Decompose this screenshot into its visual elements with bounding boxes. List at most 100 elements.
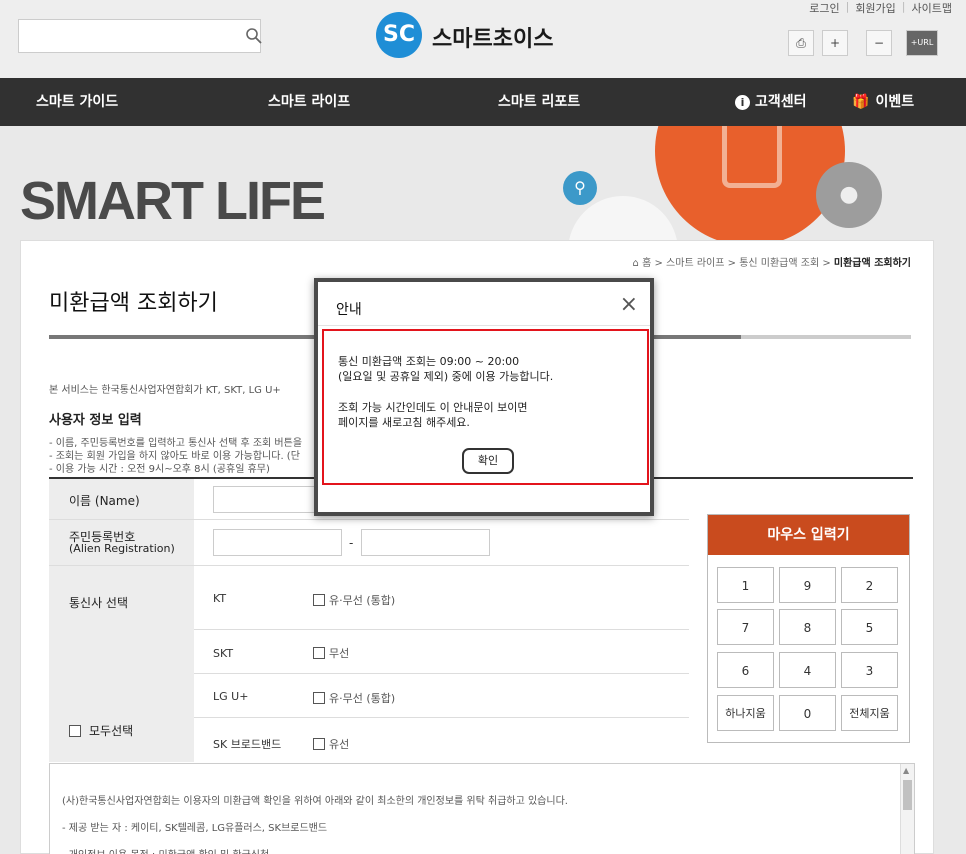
option-label: 유·무선 (통합) <box>329 594 396 607</box>
note-line: - 이용 가능 시간 : 오전 9시~오후 8시 (공휴일 휴무) <box>49 464 270 475</box>
carrier-name: SK 브로드밴드 <box>213 738 282 751</box>
rrn-front-field[interactable] <box>213 529 342 556</box>
name-label-cell: 이름 (Name) <box>49 479 194 519</box>
carrier-name: SKT <box>213 647 234 660</box>
url-copy-icon[interactable]: +URL <box>906 30 938 56</box>
select-all-checkbox[interactable]: 모두선택 <box>69 722 133 739</box>
nav-smart-guide[interactable]: 스마트 가이드 <box>36 78 118 126</box>
divider <box>194 629 689 630</box>
print-icon[interactable]: ⎙ <box>788 30 814 56</box>
phone-icon <box>722 126 782 188</box>
keypad-key[interactable]: 8 <box>779 609 836 645</box>
info-icon: i <box>735 95 750 110</box>
rrn-dash: - <box>349 536 354 550</box>
modal-message-box: 통신 미환급액 조회는 09:00 ~ 20:00 (일요일 및 공휴일 제외)… <box>322 329 649 485</box>
clear-all-button[interactable]: 전체지움 <box>841 695 898 731</box>
carrier-name: LG U+ <box>213 690 249 703</box>
carrier-option-skb[interactable]: 유선 <box>313 736 349 752</box>
rrn-back-field[interactable] <box>361 529 490 556</box>
carrier-name: KT <box>213 592 227 605</box>
checkbox-icon[interactable] <box>69 724 81 737</box>
zoom-in-icon[interactable]: + <box>822 30 848 56</box>
divider <box>194 717 689 718</box>
service-intro: 본 서비스는 한국통신사업자연합회가 KT, SKT, LG U+ <box>49 385 281 396</box>
zoom-out-icon[interactable]: − <box>866 30 892 56</box>
keypad-key[interactable]: 9 <box>779 567 836 603</box>
privacy-notice[interactable]: (사)한국통신사업자연합회는 이용자의 미환급액 확인을 위하여 아래와 같이 … <box>49 763 915 854</box>
nav-support[interactable]: i 고객센터 <box>735 78 807 126</box>
scroll-up-icon[interactable]: ▲ <box>903 766 909 775</box>
modal-message: 조회 가능 시간인데도 이 안내문이 보이면 <box>338 401 528 414</box>
carrier-option-skt[interactable]: 무선 <box>313 645 349 661</box>
breadcrumb-home[interactable]: 홈 <box>642 258 651 269</box>
keypad-key[interactable]: 3 <box>841 652 898 688</box>
rrn-label-en: (Alien Registration) <box>69 542 175 555</box>
modal-message: 통신 미환급액 조회는 09:00 ~ 20:00 <box>338 355 520 368</box>
hero-banner: ⚲ ● SMART LIFE <box>0 126 966 246</box>
nav-smart-life[interactable]: 스마트 라이프 <box>268 78 350 126</box>
breadcrumb-item[interactable]: 통신 미환급액 조회 <box>739 258 819 269</box>
carrier-label-cell: 통신사 선택 모두선택 <box>49 566 194 762</box>
option-label: 유·무선 (통합) <box>329 692 396 705</box>
login-link[interactable]: 로그인 <box>809 0 839 16</box>
nav-event[interactable]: 🎁 이벤트 <box>852 78 914 126</box>
brand-name: 스마트초이스 <box>432 27 554 52</box>
modal-title: 안내 <box>336 302 362 318</box>
checkbox-icon[interactable] <box>313 594 325 606</box>
logo-mark-icon: SC <box>376 12 422 58</box>
keypad-key[interactable]: 4 <box>779 652 836 688</box>
scrollbar[interactable]: ▲ <box>900 764 914 854</box>
site-header: SC 스마트초이스 로그인 | 회원가입 | 사이트맵 ⎙ + − +URL <box>0 0 966 78</box>
keypad-title: 마우스 입력기 <box>708 515 909 555</box>
carrier-label: 통신사 선택 <box>69 596 129 610</box>
nav-smart-report[interactable]: 스마트 리포트 <box>498 78 580 126</box>
scroll-thumb[interactable] <box>903 780 912 810</box>
page-title: 미환급액 조회하기 <box>49 291 218 316</box>
close-icon[interactable]: × <box>620 292 638 318</box>
sitemap-link[interactable]: 사이트맵 <box>912 0 952 16</box>
search-icon[interactable] <box>245 27 263 45</box>
modal-message: (일요일 및 공휴일 제외) 중에 이용 가능합니다. <box>338 370 554 383</box>
keypad-key[interactable]: 1 <box>717 567 774 603</box>
nav-event-label: 이벤트 <box>875 94 915 110</box>
notice-modal: 안내 × 통신 미환급액 조회는 09:00 ~ 20:00 (일요일 및 공휴… <box>314 278 654 516</box>
section-heading: 사용자 정보 입력 <box>49 413 142 428</box>
checkbox-icon[interactable] <box>313 692 325 704</box>
main-nav: 스마트 가이드 스마트 라이프 스마트 리포트 i 고객센터 🎁 이벤트 <box>0 78 966 126</box>
nav-support-label: 고객센터 <box>755 94 807 110</box>
breadcrumb-current: 미환급액 조회하기 <box>833 258 911 269</box>
divider: | <box>845 0 850 13</box>
keypad-key[interactable]: 0 <box>779 695 836 731</box>
name-label: 이름 (Name) <box>69 494 140 508</box>
search-input[interactable] <box>18 19 263 53</box>
backspace-button[interactable]: 하나지움 <box>717 695 774 731</box>
mouse-keypad: 마우스 입력기 1 9 2 7 8 5 6 4 3 하나지움 0 전체지움 <box>707 514 910 743</box>
signup-link[interactable]: 회원가입 <box>855 0 895 16</box>
divider <box>194 673 689 674</box>
keypad-key[interactable]: 5 <box>841 609 898 645</box>
modal-message: 페이지를 새로고침 해주세요. <box>338 416 470 429</box>
divider <box>318 325 650 326</box>
breadcrumb: ⌂ 홈 > 스마트 라이프 > 통신 미환급액 조회 > 미환급액 조회하기 <box>632 258 911 269</box>
rrn-label-cell: 주민등록번호 (Alien Registration) <box>49 520 194 565</box>
option-label: 무선 <box>329 647 350 660</box>
confirm-button[interactable]: 확인 <box>462 448 514 474</box>
carrier-option-kt[interactable]: 유·무선 (통합) <box>313 592 395 608</box>
checkbox-icon[interactable] <box>313 647 325 659</box>
keypad-key[interactable]: 7 <box>717 609 774 645</box>
home-icon[interactable]: ⌂ <box>633 258 639 269</box>
privacy-line: - 제공 받는 자 : 케이티, SK텔레콤, LG유플러스, SK브로드밴드 <box>62 823 328 834</box>
privacy-line: - 개인정보 이용 목적 : 미환급액 확인 및 환급신청 <box>62 846 269 854</box>
site-logo[interactable]: SC 스마트초이스 <box>376 12 596 58</box>
carrier-option-lgu[interactable]: 유·무선 (통합) <box>313 690 395 706</box>
select-all-label: 모두선택 <box>89 724 134 738</box>
divider: | <box>901 0 906 13</box>
gift-icon: 🎁 <box>852 94 870 110</box>
keypad-key[interactable]: 6 <box>717 652 774 688</box>
piggy-bank-icon: ● <box>816 162 882 228</box>
top-links: 로그인 | 회원가입 | 사이트맵 <box>809 0 952 16</box>
search-icon: ⚲ <box>563 171 597 205</box>
breadcrumb-item[interactable]: 스마트 라이프 <box>666 258 724 269</box>
checkbox-icon[interactable] <box>313 738 325 750</box>
keypad-key[interactable]: 2 <box>841 567 898 603</box>
